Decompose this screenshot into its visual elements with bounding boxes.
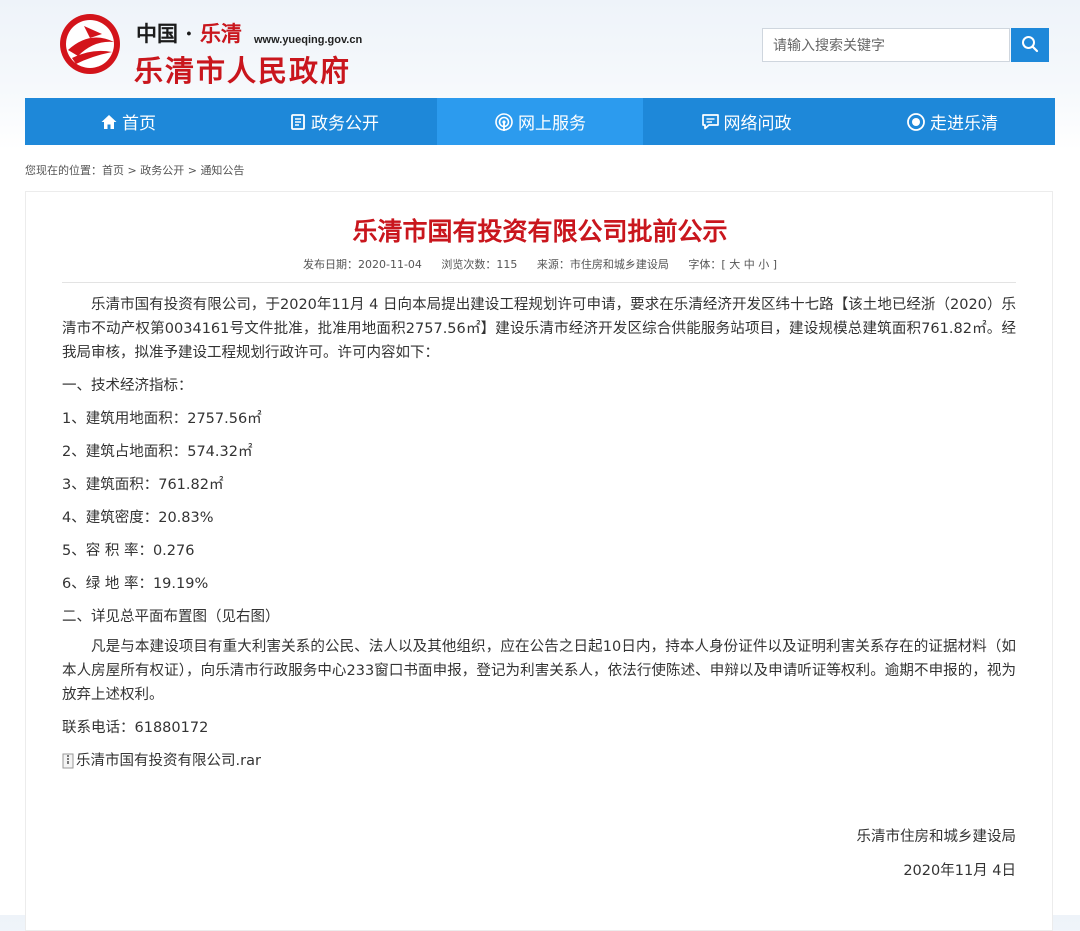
chat-icon [701,114,719,130]
indicator-item: 5、容 积 率：0.276 [62,543,195,559]
brand-country: 中国 · [136,21,200,46]
article-intro: 乐清市国有投资有限公司，于2020年11月 4 日向本局提出建设工程规划许可申请… [62,297,1016,361]
breadcrumb-separator: > [124,164,141,177]
nav-item-online-service[interactable]: 网上服务 [437,98,643,145]
contact-phone: 联系电话：61880172 [62,720,209,736]
nav-item-online-inquiry[interactable]: 网络问政 [643,98,849,145]
search-button[interactable] [1011,28,1049,62]
font-size-control[interactable]: 字体：[ 大 中 小 ] [688,258,777,271]
article-meta: 发布日期：2020-11-04 浏览次数：115 来源：市住房和城乡建设局 字体… [0,256,1080,272]
breadcrumb-separator: > [184,164,201,177]
nav-label: 政务公开 [311,114,379,134]
signature-date: 2020年11月 4日 [903,863,1016,879]
signature-organization: 乐清市住房和城乡建设局 [856,829,1017,845]
indicator-item: 2、建筑占地面积：574.32㎡ [62,444,253,460]
indicator-item: 3、建筑面积：761.82㎡ [62,477,224,493]
nav-label: 网络问政 [723,114,792,134]
indicator-item: 6、绿 地 率：19.19% [62,576,209,592]
site-header: 中国 · 乐清 www.yueqing.gov.cn 乐清市人民政府 [0,0,1080,98]
attachment-link[interactable]: 乐清市国有投资有限公司.rar [62,749,261,773]
section-heading: 二、详见总平面布置图（见右图） [62,609,280,625]
nav-item-gov-affairs[interactable]: 政务公开 [231,98,437,145]
breadcrumb-link-gov-affairs[interactable]: 政务公开 [140,164,184,177]
site-logo[interactable]: 中国 · 乐清 www.yueqing.gov.cn 乐清市人民政府 [58,12,368,92]
section-heading: 一、技术经济指标： [62,378,193,394]
breadcrumb-link-notices[interactable]: 通知公告 [200,164,244,177]
attachment-filename: 乐清市国有投资有限公司.rar [76,753,261,769]
home-icon [101,114,117,129]
signal-icon [495,112,513,131]
nav-item-home[interactable]: 首页 [25,98,231,145]
site-url: www.yueqing.gov.cn [254,34,363,46]
search-input[interactable] [762,28,1010,62]
view-count: 浏览次数：115 [441,258,518,271]
nav-label: 首页 [122,114,156,134]
emblem-icon [60,14,120,74]
publish-date: 发布日期：2020-11-04 [302,258,422,271]
signature-block: 乐清市住房和城乡建设局 2020年11月 4日 [857,820,1017,888]
objection-notice: 凡是与本建设项目有重大利害关系的公民、法人以及其他组织，应在公告之日起10日内，… [62,639,1016,703]
breadcrumb-link-home[interactable]: 首页 [102,164,124,177]
brand-top-text: 中国 · 乐清 [136,18,242,48]
document-icon [291,113,305,130]
article-source: 来源：市住房和城乡建设局 [536,258,669,271]
archive-file-icon [62,753,74,769]
main-nav: 首页 政务公开 网上服务 网络问政 走进乐清 [25,98,1055,145]
title-divider [62,282,1016,283]
eye-icon [907,112,925,131]
search-icon [1022,35,1039,52]
indicator-item: 4、建筑密度：20.83% [62,510,214,526]
brand-city: 乐清 [199,21,242,46]
breadcrumb-prefix: 您现在的位置： [25,164,102,177]
article-body: 乐清市国有投资有限公司，于2020年11月 4 日向本局提出建设工程规划许可申请… [62,293,1016,777]
nav-label: 网上服务 [518,114,586,134]
article-title: 乐清市国有投资有限公司批前公示 [352,217,728,246]
breadcrumb: 您现在的位置：首页 > 政务公开 > 通知公告 [25,162,244,178]
nav-label: 走进乐清 [930,114,998,134]
site-name: 乐清市人民政府 [134,54,352,88]
indicator-item: 1、建筑用地面积：2757.56㎡ [62,411,262,427]
nav-item-explore-yueqing[interactable]: 走进乐清 [849,98,1055,145]
